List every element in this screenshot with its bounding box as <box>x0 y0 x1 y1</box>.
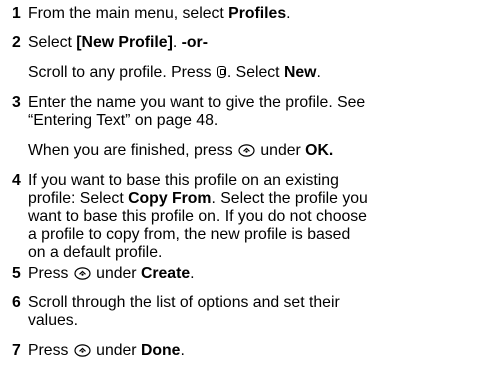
menu-item-profiles: Profiles <box>228 5 287 22</box>
navigation-key-icon <box>74 267 91 280</box>
step-5: 5 Press under Create. <box>12 265 480 283</box>
step-number: 6 <box>12 294 21 311</box>
navigation-key-icon <box>74 344 91 357</box>
menu-key-icon <box>216 66 226 78</box>
instruction-list: 1 From the main menu, select Profiles. 2… <box>0 0 486 386</box>
step-text: Select [New Profile]. -or- <box>28 34 208 51</box>
softkey-ok: OK. <box>305 142 334 159</box>
softkey-done: Done <box>140 342 181 359</box>
step-number: 4 <box>12 172 21 189</box>
step-text: Press under Done. <box>28 342 185 359</box>
step-2-alternative: Scroll to any profile. Press . Select Ne… <box>12 64 480 82</box>
step-4: 4 If you want to base this profile on an… <box>12 172 480 262</box>
step-number: 7 <box>12 342 21 359</box>
step-1: 1 From the main menu, select Profiles. <box>12 5 480 23</box>
softkey-create: Create <box>140 265 191 282</box>
step-7: 7 Press under Done. <box>12 342 480 360</box>
step-3: 3 Enter the name you want to give the pr… <box>12 94 480 130</box>
step-text: Scroll to any profile. Press . Select Ne… <box>28 64 321 81</box>
or-label: -or- <box>181 34 208 51</box>
step-number: 1 <box>12 5 21 22</box>
step-text: Enter the name you want to give the prof… <box>28 94 366 129</box>
menu-item-copy-from: Copy From <box>128 190 212 207</box>
step-6: 6 Scroll through the list of options and… <box>12 294 480 330</box>
step-3-continued: When you are finished, press under OK. <box>12 142 480 160</box>
step-text: Scroll through the list of options and s… <box>28 294 340 329</box>
menu-item-new-profile: [New Profile] <box>76 34 173 51</box>
step-text: From the main menu, select Profiles. <box>28 5 291 22</box>
step-text: If you want to base this profile on an e… <box>28 172 368 261</box>
step-number: 3 <box>12 94 21 111</box>
step-number: 2 <box>12 34 21 51</box>
step-number: 5 <box>12 265 21 282</box>
step-text: When you are finished, press under OK. <box>28 142 334 159</box>
navigation-key-icon <box>238 144 255 157</box>
step-text: Press under Create. <box>28 265 195 282</box>
step-2: 2 Select [New Profile]. -or- <box>12 34 480 52</box>
menu-item-new: New <box>283 64 317 81</box>
